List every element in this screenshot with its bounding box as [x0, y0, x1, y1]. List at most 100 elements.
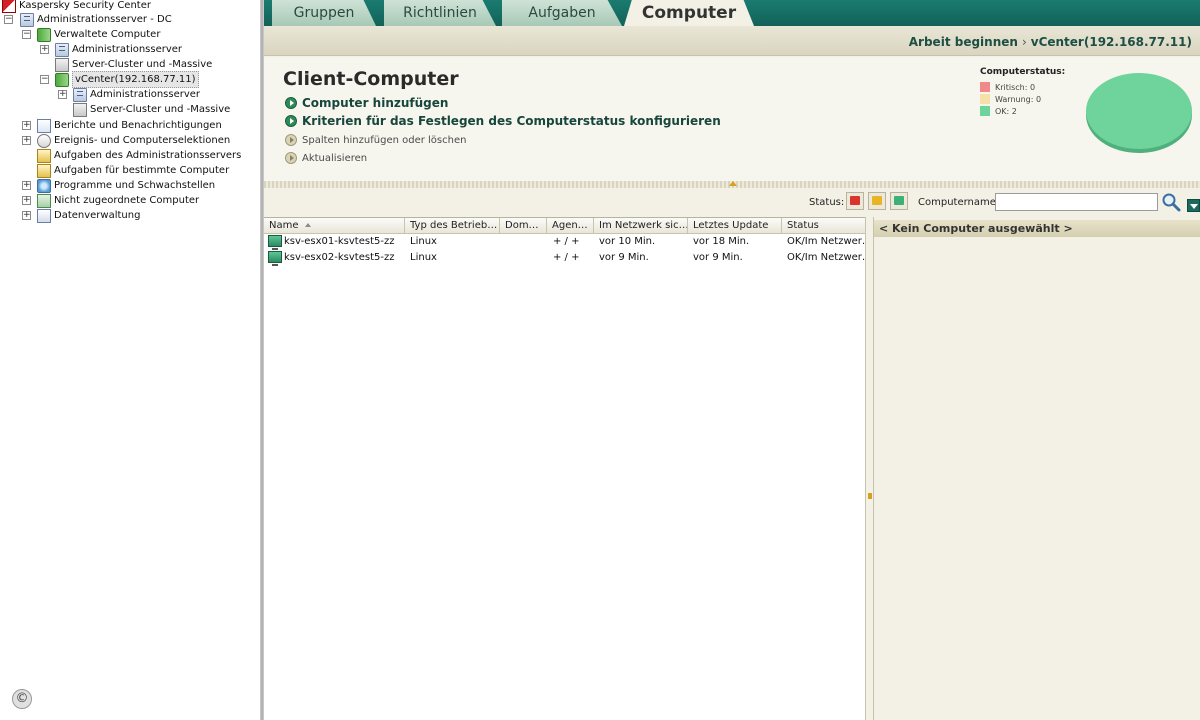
refresh-link[interactable]: Aktualisieren — [285, 152, 367, 164]
report-icon — [37, 118, 51, 133]
filter-warning-button[interactable] — [868, 192, 886, 210]
search-icon[interactable] — [1161, 192, 1181, 212]
filter-ok-button[interactable] — [890, 192, 908, 210]
tree-item-unassigned[interactable]: Nicht zugeordnete Computer — [37, 193, 199, 208]
collapse-arrow-icon[interactable] — [729, 181, 737, 186]
cell-domain — [505, 250, 547, 266]
cell-network-visible: vor 10 Min. — [599, 236, 656, 247]
cell-name: ksv-esx01-ksvtest5-zz — [284, 236, 395, 247]
arrow-right-icon — [285, 115, 297, 127]
arrow-right-icon — [285, 97, 297, 109]
sort-ascending-icon — [304, 223, 311, 227]
legend-label: Warnung: 0 — [995, 94, 1042, 104]
computer-name-input[interactable] — [995, 193, 1158, 211]
task-icon — [37, 148, 51, 163]
server-icon — [73, 87, 87, 102]
collapse-toggle[interactable]: − — [40, 75, 49, 84]
pie-slices — [1086, 73, 1192, 149]
column-header-status[interactable]: Status — [782, 218, 865, 234]
computer-ok-icon — [268, 251, 282, 266]
expand-toggle[interactable]: + — [40, 45, 49, 54]
add-remove-columns-link[interactable]: Spalten hinzufügen oder löschen — [285, 134, 466, 146]
breadcrumb-current: vCenter(192.168.77.11) — [1030, 35, 1192, 49]
splitter-grip-icon — [868, 493, 872, 499]
action-label: Computer hinzufügen — [302, 96, 449, 110]
column-header-network-visible[interactable]: Im Netzwerk sic… — [594, 218, 688, 234]
tab-tasks[interactable]: Aufgaben — [502, 0, 622, 26]
tab-bar: Gruppen Richtlinien Aufgaben Computer — [264, 0, 1200, 26]
add-computer-link[interactable]: Computer hinzufügen — [285, 96, 448, 110]
legend-label: Kritisch: 0 — [995, 82, 1036, 92]
tree-item-managed-computers[interactable]: Verwaltete Computer — [37, 27, 160, 42]
expand-toggle[interactable]: + — [58, 90, 67, 99]
tab-groups[interactable]: Gruppen — [272, 0, 376, 26]
table-row[interactable]: ksv-esx01-ksvtest5-zz Linux + / + vor 10… — [264, 234, 865, 250]
tree-item-admin-server-dc[interactable]: Administrationsserver - DC — [20, 12, 172, 27]
tree-item-events[interactable]: Ereignis- und Computerselektionen — [37, 133, 230, 148]
detail-splitter[interactable] — [865, 217, 874, 720]
legend-swatch — [980, 106, 990, 116]
expand-toggle[interactable]: + — [22, 121, 31, 130]
legend-ok: OK: 2 — [980, 106, 1017, 116]
cell-name: ksv-esx02-ksvtest5-zz — [284, 252, 395, 263]
legend-label: OK: 2 — [995, 106, 1017, 116]
tab-computers[interactable]: Computer — [624, 0, 754, 26]
tree-label: Aufgaben des Administrationsservers — [54, 150, 242, 161]
cell-status: OK/Im Netzwer… — [787, 236, 865, 247]
expand-toggle[interactable]: + — [22, 196, 31, 205]
detail-pane: < Kein Computer ausgewählt > — [874, 217, 1200, 720]
column-header-name[interactable]: Name — [264, 218, 405, 234]
column-header-domain[interactable]: Dom… — [500, 218, 547, 234]
column-header-agent[interactable]: Agen… — [547, 218, 594, 234]
chevron-down-icon[interactable] — [1187, 199, 1200, 212]
collapse-toggle[interactable]: − — [4, 15, 13, 24]
tree-item-vc-server-cluster[interactable]: Server-Cluster und -Massive — [73, 102, 230, 117]
tree-item-admin-tasks[interactable]: Aufgaben des Administrationsservers — [37, 148, 241, 163]
tree-item-data-management[interactable]: Datenverwaltung — [37, 208, 140, 223]
legend-warning: Warnung: 0 — [980, 94, 1041, 104]
tree-label: Aufgaben für bestimmte Computer — [54, 165, 230, 176]
expand-toggle[interactable]: + — [22, 211, 31, 220]
cluster-icon — [73, 102, 87, 117]
tree-item-vcenter[interactable]: vCenter(192.168.77.11) — [55, 71, 199, 88]
tree-label: Verwaltete Computer — [54, 29, 161, 40]
tree-item-reports[interactable]: Berichte und Benachrichtigungen — [37, 118, 222, 133]
tree-item-programs[interactable]: Programme und Schwachstellen — [37, 178, 215, 193]
legend-critical: Kritisch: 0 — [980, 82, 1035, 92]
column-header-last-update[interactable]: Letztes Update — [688, 218, 782, 234]
detail-header: < Kein Computer ausgewählt > — [874, 220, 1200, 237]
arrow-right-icon — [285, 134, 297, 146]
tree-label: Server-Cluster und -Massive — [90, 104, 231, 115]
copyright-icon[interactable]: © — [12, 689, 32, 709]
tree-label: Nicht zugeordnete Computer — [54, 195, 200, 206]
filter-critical-button[interactable] — [846, 192, 864, 210]
tree-item-server-cluster[interactable]: Server-Cluster und -Massive — [55, 57, 212, 72]
computer-status-pie-chart — [1086, 73, 1192, 153]
cell-agent: + / + — [553, 236, 580, 247]
arrow-right-icon — [285, 152, 297, 164]
page-header: Client-Computer Computer hinzufügen Krit… — [264, 57, 1200, 181]
table-row[interactable]: ksv-esx02-ksvtest5-zz Linux + / + vor 9 … — [264, 250, 865, 266]
tree-label: Server-Cluster und -Massive — [72, 59, 213, 70]
network-icon — [37, 193, 51, 208]
data-icon — [37, 208, 51, 223]
console-tree: Kaspersky Security Center − Administrati… — [0, 0, 260, 720]
expand-toggle[interactable]: + — [22, 136, 31, 145]
cell-last-update: vor 9 Min. — [693, 252, 743, 263]
tree-item-vc-administration-server[interactable]: Administrationsserver — [73, 87, 200, 102]
breadcrumb-link-start[interactable]: Arbeit beginnen — [909, 35, 1018, 49]
tree-item-administration-server[interactable]: Administrationsserver — [55, 42, 182, 57]
cell-domain — [505, 234, 547, 250]
action-label: Spalten hinzufügen oder löschen — [302, 134, 467, 146]
configure-status-criteria-link[interactable]: Kriterien für das Festlegen des Computer… — [285, 114, 721, 128]
breadcrumb-bar: Arbeit beginnen › vCenter(192.168.77.11) — [264, 26, 1200, 56]
legend-swatch — [980, 82, 990, 92]
tab-policies[interactable]: Richtlinien — [384, 0, 496, 26]
expand-toggle[interactable]: + — [22, 181, 31, 190]
tree-item-computer-tasks[interactable]: Aufgaben für bestimmte Computer — [37, 163, 229, 178]
collapse-toggle[interactable]: − — [22, 30, 31, 39]
computer-name-label: Computername: — [918, 197, 1000, 208]
breadcrumb-separator: › — [1021, 35, 1027, 49]
cluster-icon — [55, 57, 69, 72]
column-header-os-type[interactable]: Typ des Betrieb… — [405, 218, 500, 234]
